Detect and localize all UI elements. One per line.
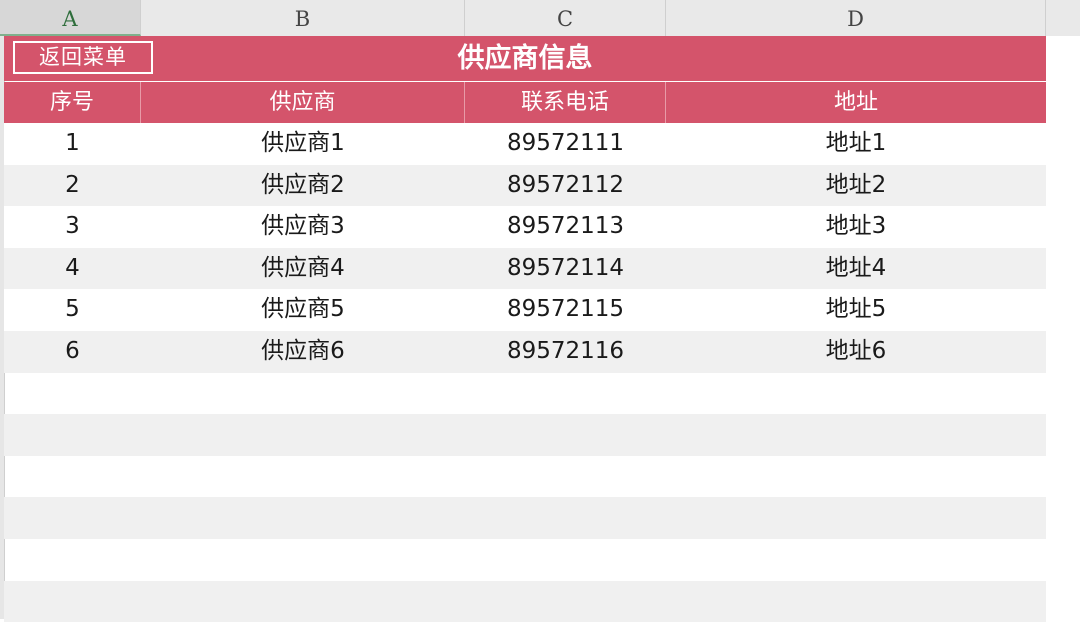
- cell-phone[interactable]: 89572111: [465, 123, 666, 165]
- table-header-row: 序号 供应商 联系电话 地址: [4, 82, 1046, 123]
- column-header-a[interactable]: A: [0, 0, 141, 36]
- column-header-d[interactable]: D: [666, 0, 1046, 36]
- cell-supplier[interactable]: 供应商6: [141, 331, 465, 373]
- cell-phone[interactable]: 89572113: [465, 206, 666, 248]
- header-index: 序号: [4, 82, 141, 123]
- cell-address[interactable]: 地址5: [666, 289, 1046, 331]
- table-body: 1 供应商1 89572111 地址1 2 供应商2 89572112 地址2 …: [4, 123, 1046, 622]
- back-to-menu-button[interactable]: 返回菜单: [13, 41, 153, 74]
- table-row: 1 供应商1 89572111 地址1: [4, 123, 1046, 165]
- empty-row[interactable]: [4, 497, 1046, 539]
- cell-address[interactable]: 地址1: [666, 123, 1046, 165]
- empty-row[interactable]: [4, 580, 1046, 622]
- cell-index[interactable]: 6: [4, 331, 141, 373]
- header-address: 地址: [833, 90, 878, 115]
- cell-index[interactable]: 4: [4, 248, 141, 290]
- empty-row[interactable]: [4, 373, 1046, 415]
- column-header-bar: A B C D: [0, 0, 1080, 37]
- cell-address[interactable]: 地址4: [666, 248, 1046, 290]
- cell-supplier[interactable]: 供应商3: [141, 206, 465, 248]
- column-header-c[interactable]: C: [465, 0, 666, 36]
- table-row: 2 供应商2 89572112 地址2: [4, 164, 1046, 207]
- table-row: 6 供应商6 89572116 地址6: [4, 330, 1046, 373]
- cell-phone[interactable]: 89572112: [465, 165, 666, 207]
- cell-index[interactable]: 2: [4, 165, 141, 207]
- cell-supplier[interactable]: 供应商5: [141, 289, 465, 331]
- table-row: 5 供应商5 89572115 地址5: [4, 289, 1046, 331]
- empty-row[interactable]: [4, 414, 1046, 456]
- table-row: 3 供应商3 89572113 地址3: [4, 206, 1046, 248]
- table-row: 4 供应商4 89572114 地址4: [4, 247, 1046, 290]
- cell-supplier[interactable]: 供应商2: [141, 165, 465, 207]
- header-supplier: 供应商: [141, 82, 465, 123]
- cell-index[interactable]: 1: [4, 123, 141, 165]
- title-banner: 供应商信息 返回菜单: [4, 36, 1046, 81]
- cell-index[interactable]: 3: [4, 206, 141, 248]
- cell-supplier[interactable]: 供应商4: [141, 248, 465, 290]
- cell-supplier[interactable]: 供应商1: [141, 123, 465, 165]
- cell-address[interactable]: 地址3: [666, 206, 1046, 248]
- cell-phone[interactable]: 89572115: [465, 289, 666, 331]
- page-title: 供应商信息: [457, 43, 593, 74]
- cell-index[interactable]: 5: [4, 289, 141, 331]
- header-phone: 联系电话: [465, 82, 666, 123]
- cell-phone[interactable]: 89572116: [465, 331, 666, 373]
- column-header-blank: [1046, 0, 1080, 36]
- cell-phone[interactable]: 89572114: [465, 248, 666, 290]
- column-header-b[interactable]: B: [141, 0, 465, 36]
- cell-address[interactable]: 地址6: [666, 331, 1046, 373]
- empty-row[interactable]: [4, 456, 1046, 498]
- empty-row[interactable]: [4, 539, 1046, 581]
- sheet-blank-area[interactable]: [1046, 36, 1080, 619]
- cell-address[interactable]: 地址2: [666, 165, 1046, 207]
